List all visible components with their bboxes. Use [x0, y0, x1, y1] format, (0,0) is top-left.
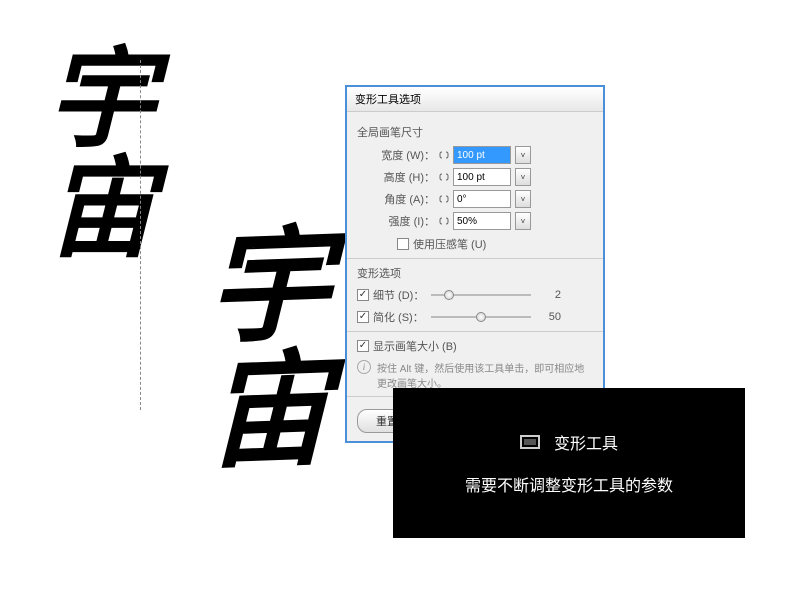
detail-value: 2 [537, 289, 561, 301]
width-label: 宽度 (W)： [377, 147, 435, 163]
simplify-value: 50 [537, 311, 561, 323]
detail-slider[interactable] [431, 288, 531, 302]
comparison-divider [140, 60, 141, 410]
calligraphy-warped: 宇宙 [165, 217, 346, 473]
intensity-label: 强度 (I)： [377, 213, 435, 229]
divider [347, 331, 603, 332]
pressure-pen-label: 使用压感笔 (U) [413, 236, 486, 252]
link-icon[interactable] [438, 149, 450, 161]
height-dropdown[interactable]: ˅ [515, 168, 531, 186]
angle-label: 角度 (A)： [377, 191, 435, 207]
detail-label: 细节 (D)： [373, 287, 425, 303]
tool-caption-desc: 需要不断调整变形工具的参数 [465, 472, 673, 496]
link-icon[interactable] [438, 193, 450, 205]
show-brush-size-label: 显示画笔大小 (B) [373, 338, 457, 354]
angle-dropdown[interactable]: ˅ [515, 190, 531, 208]
width-dropdown[interactable]: ˅ [515, 146, 531, 164]
tool-caption-title: 变形工具 [554, 430, 618, 454]
divider [347, 258, 603, 259]
simplify-label: 简化 (S)： [373, 309, 425, 325]
calligraphy-original: 宇宙 [10, 40, 170, 260]
simplify-slider[interactable] [431, 310, 531, 324]
pressure-pen-checkbox[interactable] [397, 238, 409, 250]
detail-checkbox[interactable] [357, 289, 369, 301]
intensity-input[interactable]: 50% [453, 212, 511, 230]
height-label: 高度 (H)： [377, 169, 435, 185]
tool-caption-box: 变形工具 需要不断调整变形工具的参数 [393, 388, 745, 538]
link-icon[interactable] [438, 171, 450, 183]
height-input[interactable]: 100 pt [453, 168, 511, 186]
warp-tool-icon [520, 435, 540, 449]
info-icon: i [357, 360, 371, 374]
intensity-dropdown[interactable]: ˅ [515, 212, 531, 230]
dialog-title: 变形工具选项 [347, 87, 603, 112]
simplify-checkbox[interactable] [357, 311, 369, 323]
link-icon[interactable] [438, 215, 450, 227]
info-text: 按住 Alt 键，然后使用该工具单击，即可相应地更改画笔大小。 [377, 360, 593, 390]
width-input[interactable]: 100 pt [453, 146, 511, 164]
warp-options-label: 变形选项 [357, 265, 593, 281]
angle-input[interactable]: 0° [453, 190, 511, 208]
brush-dimensions-label: 全局画笔尺寸 [357, 124, 593, 140]
show-brush-size-checkbox[interactable] [357, 340, 369, 352]
